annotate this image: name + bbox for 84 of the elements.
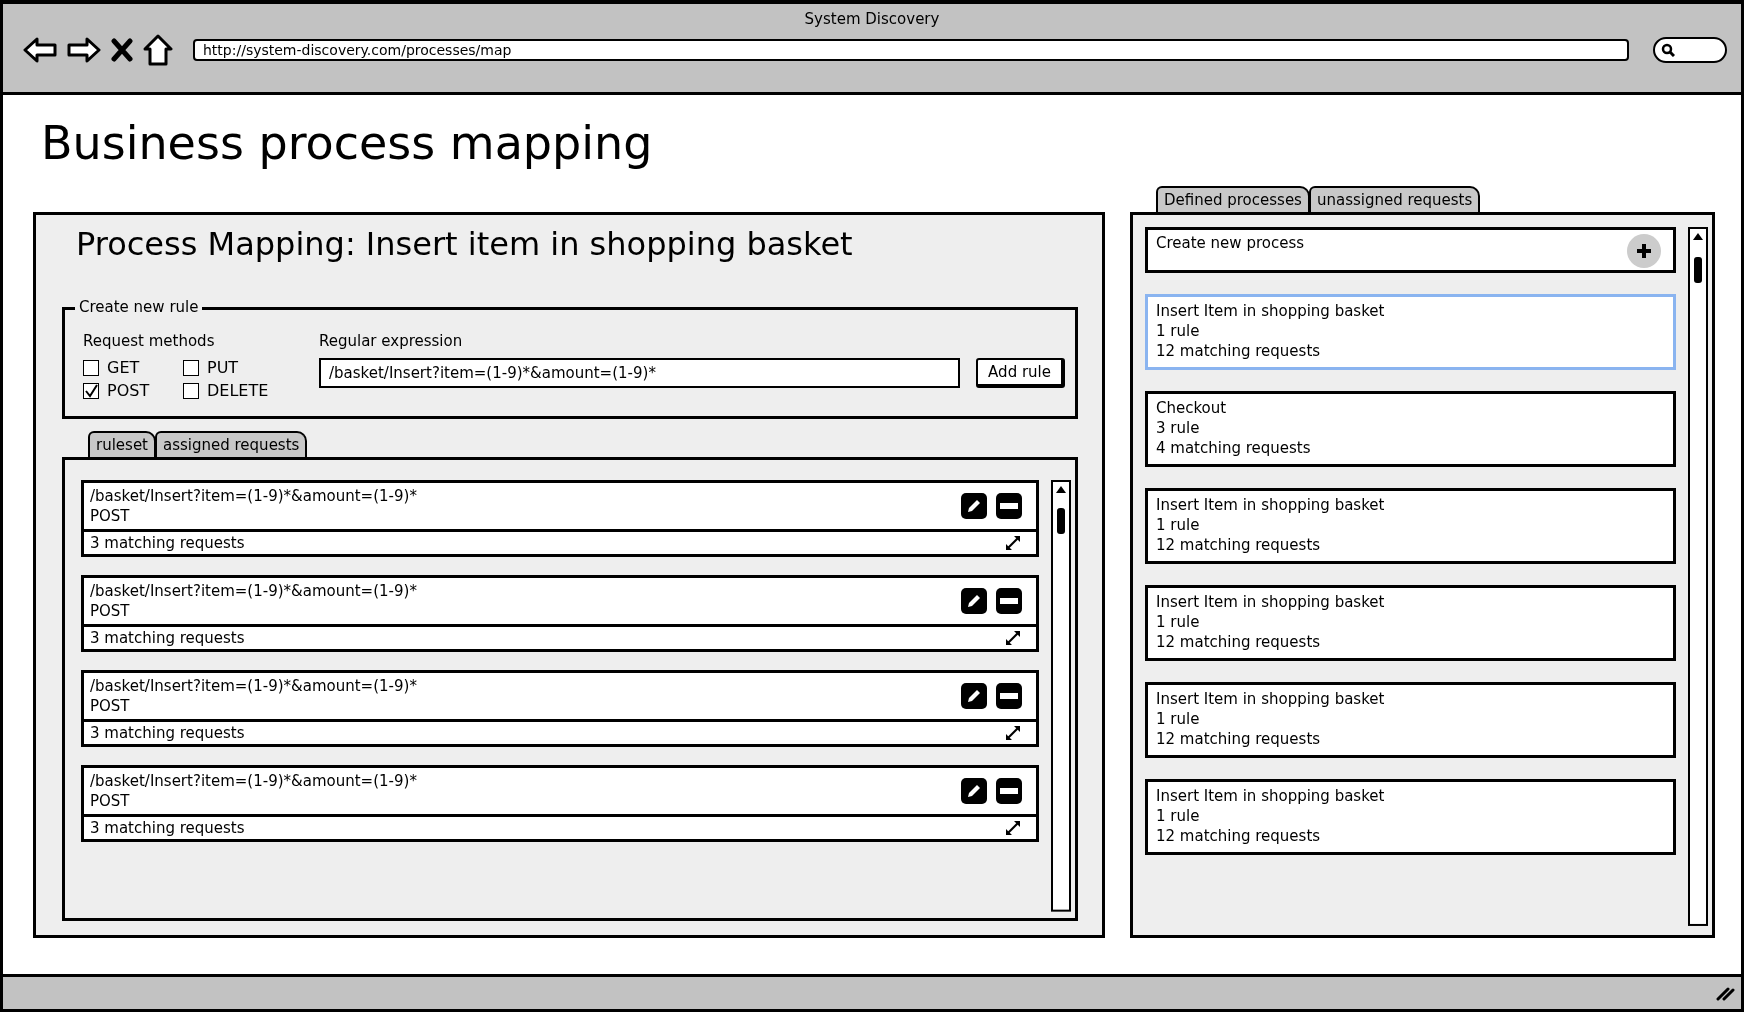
process-card[interactable]: Insert Item in shopping basket 1 rule 12 matching requests <box>1145 488 1676 564</box>
match-count: 12 matching requests <box>1156 341 1322 361</box>
scrollbar[interactable] <box>1051 480 1071 914</box>
edit-button[interactable] <box>961 588 987 614</box>
edit-button[interactable] <box>961 778 987 804</box>
method-checkbox[interactable]: DELETE <box>183 381 293 400</box>
rule-pattern: /basket/Insert?item=(1-9)*&amount=(1-9)* <box>90 581 418 601</box>
home-icon[interactable] <box>143 34 173 66</box>
expand-icon[interactable] <box>1004 629 1022 647</box>
match-count: 12 matching requests <box>1156 632 1322 652</box>
create-process-label: Create new process <box>1156 234 1305 254</box>
remove-button[interactable] <box>996 588 1022 614</box>
match-count: 3 matching requests <box>90 629 245 647</box>
tab[interactable]: unassigned requests <box>1308 186 1481 212</box>
process-name: Insert Item in shopping basket <box>1156 592 1386 612</box>
edit-button[interactable] <box>961 683 987 709</box>
method-checkbox[interactable]: POST <box>83 381 183 400</box>
rule-pattern: /basket/Insert?item=(1-9)*&amount=(1-9)* <box>90 486 418 506</box>
rule-method: POST <box>90 506 131 526</box>
rule-count: 1 rule <box>1156 321 1201 341</box>
search-icon <box>1661 43 1675 57</box>
plus-icon <box>1636 243 1652 259</box>
method-checkbox[interactable]: GET <box>83 358 183 377</box>
add-button[interactable] <box>1627 234 1661 268</box>
forward-icon[interactable] <box>67 36 101 64</box>
rule-count: 1 rule <box>1156 806 1201 826</box>
search-field[interactable] <box>1653 37 1727 63</box>
pencil-icon <box>965 782 983 800</box>
field-label: Request methods <box>83 332 216 350</box>
match-count: 3 matching requests <box>90 534 245 552</box>
resize-grip-icon[interactable] <box>1715 985 1735 1001</box>
rule-pattern: /basket/Insert?item=(1-9)*&amount=(1-9)* <box>90 676 418 696</box>
process-name: Insert Item in shopping basket <box>1156 689 1386 709</box>
process-card[interactable]: Insert Item in shopping basket 1 rule 12 matching requests <box>1145 585 1676 661</box>
process-name: Insert Item in shopping basket <box>1156 301 1386 321</box>
rule-method: POST <box>90 696 131 716</box>
rule-count: 1 rule <box>1156 515 1201 535</box>
rule-method: POST <box>90 601 131 621</box>
edit-button[interactable] <box>961 493 987 519</box>
close-icon[interactable] <box>111 38 133 62</box>
pencil-icon <box>965 687 983 705</box>
rule-count: 1 rule <box>1156 612 1201 632</box>
field-label: Regular expression <box>319 332 464 350</box>
rule-count: 1 rule <box>1156 709 1201 729</box>
regex-field[interactable]: /basket/Insert?item=(1-9)*&amount=(1-9)* <box>319 358 961 388</box>
match-count: 12 matching requests <box>1156 826 1322 846</box>
remove-button[interactable] <box>996 493 1022 519</box>
process-card[interactable]: Insert Item in shopping basket 1 rule 12 matching requests <box>1145 682 1676 758</box>
remove-button[interactable] <box>996 683 1022 709</box>
rule-method: POST <box>90 791 131 811</box>
process-card[interactable]: Insert Item in shopping basket 1 rule 12 matching requests <box>1145 294 1676 370</box>
remove-button[interactable] <box>996 778 1022 804</box>
pencil-icon <box>965 592 983 610</box>
expand-icon[interactable] <box>1004 534 1022 552</box>
rule-count: 3 rule <box>1156 418 1201 438</box>
process-name: Checkout <box>1156 398 1228 418</box>
method-checkbox[interactable]: PUT <box>183 358 293 377</box>
minus-icon <box>1000 503 1018 509</box>
process-card[interactable]: Insert Item in shopping basket 1 rule 12 matching requests <box>1145 779 1676 855</box>
minus-icon <box>1000 598 1018 604</box>
expand-icon[interactable] <box>1004 819 1022 837</box>
minus-icon <box>1000 693 1018 699</box>
minus-icon <box>1000 788 1018 794</box>
pencil-icon <box>965 497 983 515</box>
panel-title: Process Mapping: Insert item in shopping basket <box>76 225 854 263</box>
window-title: System Discovery <box>804 10 940 28</box>
tab[interactable]: Defined processes <box>1156 186 1310 212</box>
process-name: Insert Item in shopping basket <box>1156 786 1386 806</box>
checkmark-icon <box>84 383 98 398</box>
match-count: 4 matching requests <box>1156 438 1312 458</box>
process-card[interactable]: Checkout 3 rule 4 matching requests <box>1145 391 1676 467</box>
back-icon[interactable] <box>23 36 57 64</box>
tab[interactable]: ruleset <box>88 431 156 457</box>
process-name: Insert Item in shopping basket <box>1156 495 1386 515</box>
address-field[interactable]: http://system-discovery.com/processes/map <box>193 39 1629 61</box>
add-rule-button[interactable]: Add rule <box>976 358 1065 388</box>
expand-icon[interactable] <box>1004 724 1022 742</box>
tab[interactable]: assigned requests <box>155 431 308 457</box>
page-title: Business process mapping <box>40 114 654 172</box>
match-count: 12 matching requests <box>1156 729 1322 749</box>
match-count: 3 matching requests <box>90 724 245 742</box>
match-count: 12 matching requests <box>1156 535 1322 555</box>
rule-pattern: /basket/Insert?item=(1-9)*&amount=(1-9)* <box>90 771 418 791</box>
match-count: 3 matching requests <box>90 819 245 837</box>
